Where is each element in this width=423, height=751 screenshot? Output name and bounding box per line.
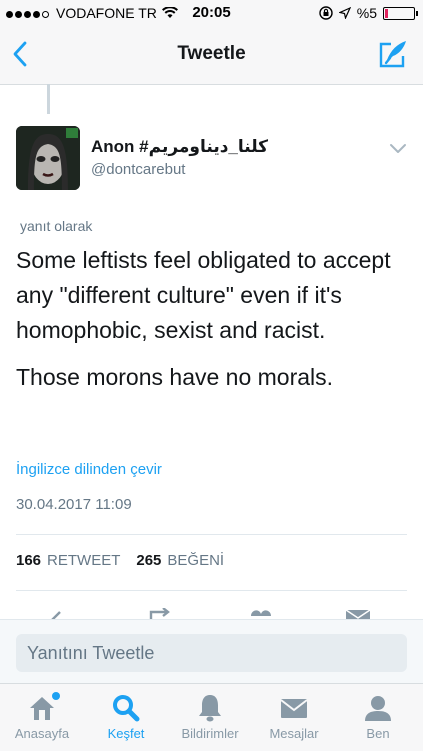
navigation-bar: Tweetle bbox=[0, 26, 423, 85]
search-icon bbox=[113, 695, 140, 722]
tab-label: Mesajlar bbox=[269, 726, 319, 741]
chevron-down-icon bbox=[390, 144, 406, 153]
like-count[interactable]: 265 bbox=[136, 552, 161, 569]
tab-bar: Anasayfa Keşfet Bildirimler Mesajlar Ben bbox=[0, 683, 423, 751]
retweet-count[interactable]: 166 bbox=[16, 552, 41, 569]
reply-input[interactable]: Yanıtını Tweetle bbox=[16, 634, 407, 672]
battery-percent: %5 bbox=[356, 5, 377, 21]
tab-messages[interactable]: Mesajlar bbox=[252, 692, 336, 741]
battery-icon bbox=[383, 6, 418, 20]
profile-photo-image bbox=[16, 126, 80, 190]
like-label[interactable]: BEĞENİ bbox=[167, 552, 224, 569]
divider bbox=[16, 534, 407, 535]
tab-label: Ben bbox=[366, 726, 390, 741]
translate-link[interactable]: İngilizce dilinden çevir bbox=[16, 461, 162, 478]
tab-label: Keşfet bbox=[107, 726, 145, 741]
reply-context[interactable]: yanıt olarak bbox=[20, 218, 92, 234]
thread-connector bbox=[47, 84, 50, 114]
author-name[interactable]: Anon #كلنا_ديناومريم bbox=[91, 137, 268, 157]
author-handle[interactable]: @dontcarebut bbox=[91, 161, 185, 178]
envelope-icon bbox=[280, 699, 308, 718]
tab-label: Anasayfa bbox=[14, 726, 70, 741]
page-title: Tweetle bbox=[177, 43, 246, 64]
tab-explore[interactable]: Keşfet bbox=[84, 692, 168, 741]
retweet-label[interactable]: RETWEET bbox=[47, 552, 120, 569]
bell-icon bbox=[199, 695, 221, 722]
tweet-stats: 166 RETWEET 265 BEĞENİ bbox=[16, 552, 224, 569]
tab-label: Bildirimler bbox=[181, 726, 239, 741]
notification-dot bbox=[52, 692, 60, 700]
location-arrow-icon bbox=[338, 7, 351, 19]
tab-profile[interactable]: Ben bbox=[336, 692, 420, 741]
tweet-text: Some leftists feel obligated to accept a… bbox=[16, 243, 411, 407]
tab-home[interactable]: Anasayfa bbox=[0, 692, 84, 741]
tweet-actions bbox=[0, 600, 423, 620]
tab-notifications[interactable]: Bildirimler bbox=[168, 692, 252, 741]
tweet-paragraph: Those morons have no morals. bbox=[16, 364, 334, 390]
tweet-paragraph: Some leftists feel obligated to accept a… bbox=[16, 247, 391, 343]
status-indicators: %5 bbox=[319, 5, 418, 21]
divider bbox=[16, 590, 407, 591]
avatar[interactable] bbox=[16, 126, 80, 190]
tweet-timestamp: 30.04.2017 11:09 bbox=[16, 496, 132, 513]
rotation-lock-icon bbox=[319, 6, 333, 20]
compose-tweet-icon bbox=[379, 41, 406, 68]
reply-composer: Yanıtını Tweetle bbox=[0, 619, 423, 684]
status-bar: VODAFONE TR 20:05 %5 bbox=[0, 0, 423, 26]
person-icon bbox=[365, 696, 391, 721]
compose-tweet-button[interactable] bbox=[377, 38, 409, 70]
tweet-options-button[interactable] bbox=[389, 142, 407, 154]
